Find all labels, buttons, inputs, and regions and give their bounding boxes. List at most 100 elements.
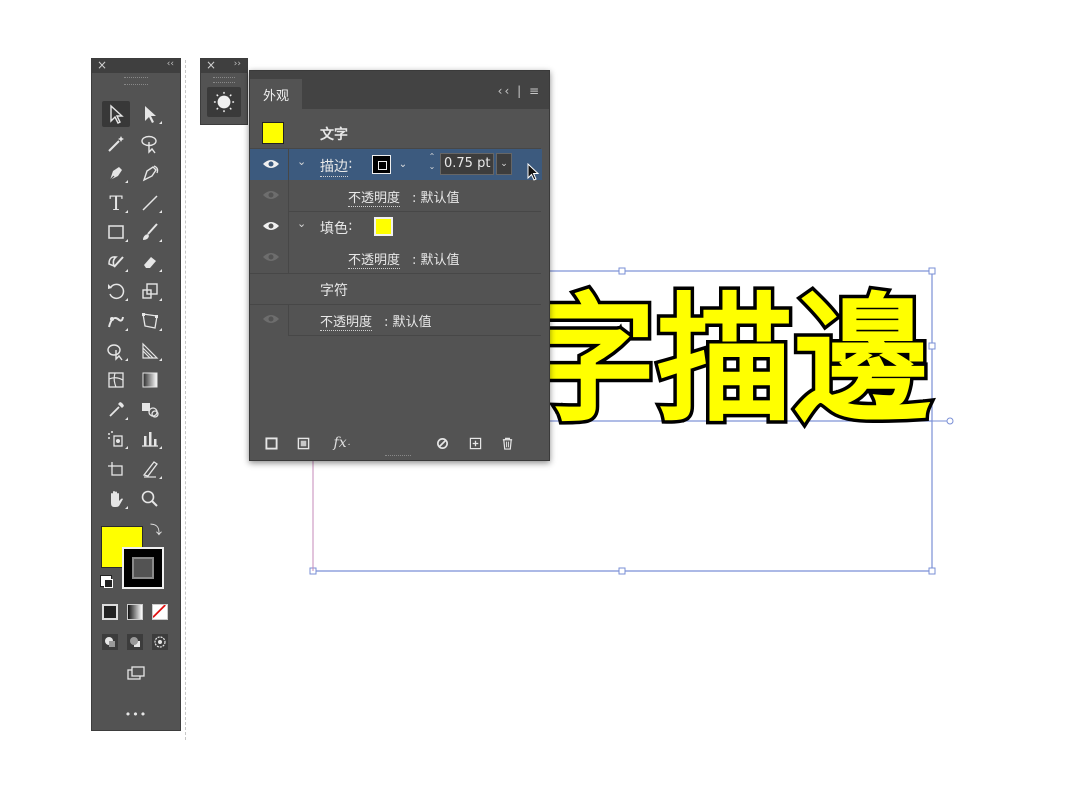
stroke-swatch[interactable] — [372, 155, 391, 174]
swap-fill-stroke-icon[interactable]: ⤵ — [148, 521, 164, 537]
expand-icon[interactable]: ›› — [234, 59, 241, 69]
tab-appearance[interactable]: 外观 — [250, 79, 302, 109]
panel-menu-icon[interactable]: ‹‹ | ≡ — [498, 84, 541, 98]
screen-mode-icon[interactable] — [122, 661, 150, 687]
selection-tool-icon[interactable] — [102, 101, 130, 127]
add-fill-icon[interactable] — [294, 434, 312, 452]
gradient-mode-icon[interactable] — [127, 604, 143, 620]
collapse-icon[interactable]: ‹‹ — [167, 59, 174, 69]
fx-label: fx — [333, 435, 347, 451]
visibility-eye-icon[interactable] — [262, 219, 280, 233]
panel-grip[interactable] — [213, 77, 235, 83]
divider — [288, 242, 289, 273]
panel-grip[interactable] — [124, 77, 148, 85]
appearance-row-stroke[interactable]: ⌄ 描边 : ⌄ ⌃ ⌄ 0.75 pt ⌄ — [250, 149, 542, 180]
mesh-tool-icon[interactable] — [102, 367, 130, 393]
tools-panel-titlebar[interactable]: × ‹‹ — [92, 58, 180, 73]
artboard-tool-icon[interactable] — [102, 456, 130, 482]
symbol-sprayer-tool-icon[interactable] — [102, 426, 130, 452]
shaper-tool-icon[interactable] — [102, 249, 130, 275]
chevron-down-icon[interactable]: ⌄ — [297, 217, 306, 230]
zoom-tool-icon[interactable] — [136, 486, 164, 512]
characters-label[interactable]: 字符 — [320, 280, 348, 300]
appearance-row-type[interactable]: 文字 — [250, 117, 542, 148]
panel-resize-grip[interactable] — [385, 455, 411, 460]
fx-dropdown-icon: . — [347, 438, 351, 448]
color-mode-icon[interactable] — [102, 604, 118, 620]
line-tool-icon[interactable] — [136, 190, 164, 216]
appearance-tab-row[interactable]: 外观 ‹‹ | ≡ — [250, 71, 549, 109]
perspective-grid-tool-icon[interactable] — [136, 338, 164, 364]
appearance-panel-icon[interactable] — [207, 87, 241, 117]
opacity-label[interactable]: 不透明度 — [320, 311, 373, 331]
add-stroke-icon[interactable] — [262, 434, 280, 452]
appearance-row-fill[interactable]: ⌄ 填色 : — [250, 211, 542, 242]
appearance-row-characters[interactable]: 字符 — [250, 273, 542, 304]
appearance-bottom-toolbar[interactable]: fx. — [250, 432, 542, 454]
magic-wand-tool-icon[interactable] — [102, 131, 130, 157]
eraser-tool-icon[interactable] — [136, 249, 164, 275]
gradient-tool-icon[interactable] — [136, 367, 164, 393]
shape-builder-tool-icon[interactable] — [102, 338, 130, 364]
warp-tool-icon[interactable] — [102, 308, 130, 334]
appearance-panel[interactable]: 外观 ‹‹ | ≡ 文字 ⌄ 描边 : ⌄ ⌃ ⌄ 0.75 pt ⌄ 不透明度 … — [249, 70, 550, 461]
eyedropper-tool-icon[interactable] — [102, 397, 130, 423]
dock-titlebar[interactable]: × ›› — [201, 58, 247, 73]
appearance-row-stroke-opacity[interactable]: 不透明度 : 默认值 — [250, 180, 542, 211]
appearance-row-char-opacity[interactable]: 不透明度 : 默认值 — [250, 304, 542, 335]
appearance-row-fill-opacity[interactable]: 不透明度 : 默认值 — [250, 242, 542, 273]
stroke-label[interactable]: 描边 — [320, 156, 348, 177]
draw-normal-icon[interactable] — [102, 634, 118, 650]
lasso-tool-icon[interactable] — [136, 131, 164, 157]
close-icon[interactable]: × — [206, 58, 216, 72]
visibility-eye-icon[interactable] — [262, 188, 280, 202]
close-icon[interactable]: × — [97, 58, 107, 72]
opacity-label[interactable]: 不透明度 — [348, 249, 401, 269]
opacity-label[interactable]: 不透明度 — [348, 187, 401, 207]
clear-appearance-icon[interactable] — [433, 434, 451, 452]
artwork-text[interactable]: 字描邊 — [517, 277, 935, 445]
opacity-value: : 默认值 — [384, 315, 432, 330]
rectangle-tool-icon[interactable] — [102, 219, 130, 245]
type-tool-icon[interactable]: T — [102, 190, 130, 216]
pen-tool-icon[interactable] — [102, 160, 130, 186]
duplicate-item-icon[interactable] — [466, 434, 484, 452]
direct-selection-tool-icon[interactable] — [136, 101, 164, 127]
column-graph-tool-icon[interactable] — [136, 426, 164, 452]
opacity-value: : 默认值 — [412, 253, 460, 268]
curvature-tool-icon[interactable] — [136, 160, 164, 186]
blend-tool-icon[interactable] — [136, 397, 164, 423]
stroke-swatch-dropdown-icon[interactable]: ⌄ — [396, 155, 410, 173]
visibility-eye-icon[interactable] — [262, 312, 280, 326]
fill-swatch[interactable] — [374, 217, 393, 236]
divider — [288, 180, 289, 211]
stroke-weight-stepper[interactable]: ⌃ ⌄ — [426, 152, 438, 176]
fill-colon: : — [348, 218, 353, 234]
free-transform-tool-icon[interactable] — [136, 308, 164, 334]
visibility-eye-icon[interactable] — [262, 250, 280, 264]
tools-panel[interactable]: × ‹‹ T ⤵ ••• — [91, 58, 181, 731]
divider — [288, 304, 289, 335]
paintbrush-tool-icon[interactable] — [136, 219, 164, 245]
chevron-down-icon[interactable]: ⌄ — [297, 155, 306, 168]
divider — [288, 149, 289, 180]
add-effect-button[interactable]: fx. — [328, 434, 356, 452]
stroke-color-swatch[interactable] — [122, 547, 164, 589]
scale-tool-icon[interactable] — [136, 278, 164, 304]
stroke-weight-dropdown-icon[interactable]: ⌄ — [496, 153, 512, 175]
divider — [288, 335, 541, 336]
stroke-colon: : — [348, 156, 353, 172]
more-tools-button[interactable]: ••• — [122, 701, 150, 727]
visibility-eye-icon[interactable] — [262, 157, 280, 171]
collapsed-panel-dock[interactable]: × ›› — [200, 58, 248, 125]
delete-item-icon[interactable] — [498, 434, 516, 452]
hand-tool-icon[interactable] — [102, 486, 130, 512]
stroke-weight-input[interactable]: 0.75 pt — [440, 153, 494, 175]
draw-inside-icon[interactable] — [152, 634, 168, 650]
rotate-tool-icon[interactable] — [102, 278, 130, 304]
fill-label[interactable]: 填色 — [320, 218, 348, 238]
draw-behind-icon[interactable] — [127, 634, 143, 650]
default-fill-stroke-icon[interactable] — [100, 575, 113, 588]
none-mode-icon[interactable] — [152, 604, 168, 620]
slice-tool-icon[interactable] — [136, 456, 164, 482]
